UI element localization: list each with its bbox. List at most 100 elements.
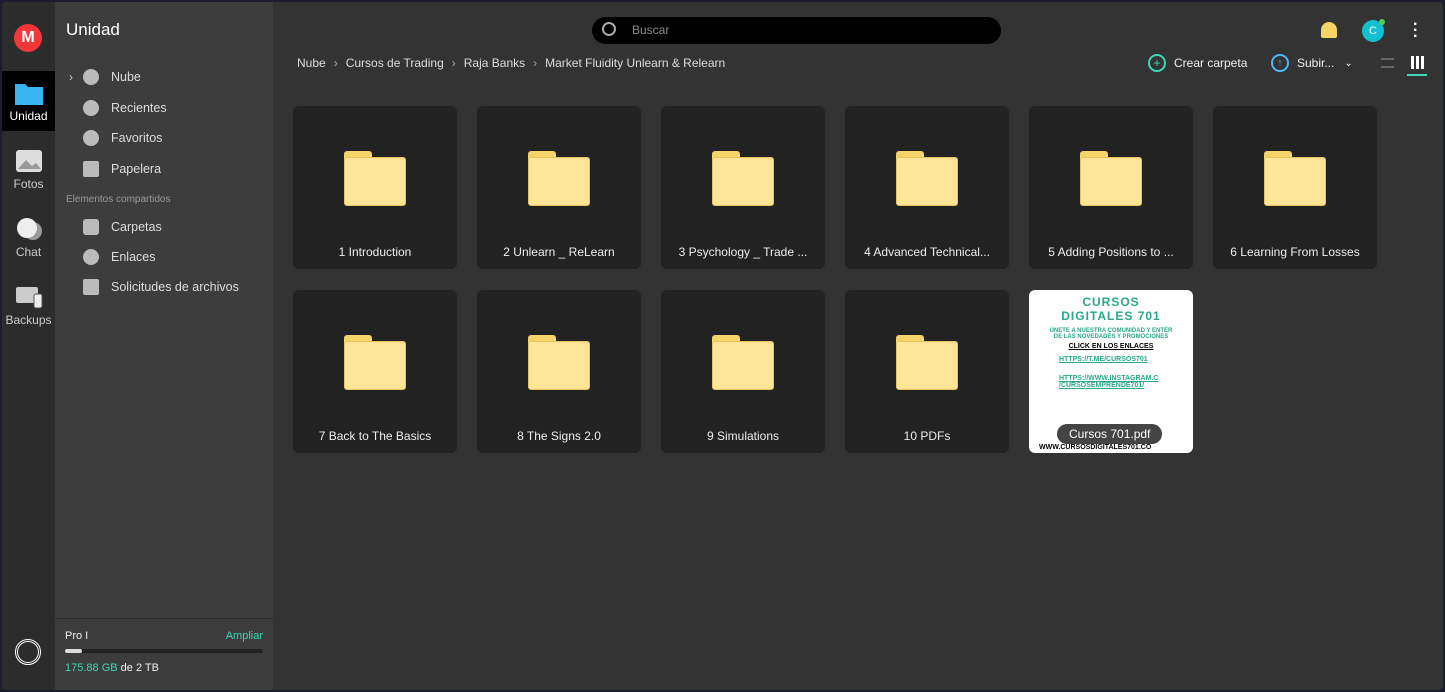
breadcrumb-item[interactable]: Nube [297,56,326,70]
folder-icon [712,335,774,390]
pdf-preview-text: HTTPS://WWW.INSTAGRAM.C [1059,375,1159,382]
plus-icon: + [1148,54,1166,72]
sidebar-item-nube[interactable]: Nube [83,66,141,88]
folder-tile[interactable]: 6 Learning From Losses [1213,106,1377,269]
folder-name: 3 Psychology _ Trade ... [678,245,808,259]
folder-icon [712,151,774,206]
breadcrumb: Nube › Cursos de Trading › Raja Banks › Mar… [297,56,726,70]
expand-chevron-icon[interactable]: › [69,70,73,84]
folder-name: 9 Simulations [706,429,780,443]
bell-icon[interactable] [1321,22,1337,38]
online-status-icon [1379,19,1385,25]
shared-folder-icon [83,219,99,235]
upgrade-link[interactable]: Ampliar [226,630,263,642]
label: Solicitudes de archivos [111,280,239,294]
pdf-preview-text: CURSOS [1082,295,1140,309]
folder-tile[interactable]: 10 PDFs [845,290,1009,453]
folder-tile[interactable]: 7 Back to The Basics [293,290,457,453]
clock-icon [83,100,99,116]
breadcrumb-item[interactable]: Raja Banks [464,56,525,70]
search-icon [602,22,616,36]
app-window: M Unidad Fotos Chat Backups Unidad › Nub… [2,2,1443,690]
chevron-down-icon[interactable]: ⌄ [1344,58,1352,69]
folder-name: 4 Advanced Technical... [864,245,990,259]
file-name: Cursos 701.pdf [1057,424,1163,444]
sidebar-item-recientes[interactable]: Recientes [83,97,167,119]
label: Nube [111,70,141,84]
trash-icon [83,161,99,177]
folder-name: 5 Adding Positions to ... [1048,245,1174,259]
sidebar-item-enlaces[interactable]: Enlaces [83,246,155,268]
folder-name: 8 The Signs 2.0 [517,429,601,443]
folder-tile[interactable]: 3 Psychology _ Trade ... [661,106,825,269]
pdf-preview-text: DE LAS NOVEDADES Y PROMOCIONES [1053,334,1169,340]
label: Favoritos [111,131,163,145]
folder-name: 1 Introduction [338,245,412,259]
label: Papelera [111,162,162,176]
label: Recientes [111,101,167,115]
folder-tile[interactable]: 8 The Signs 2.0 [477,290,641,453]
storage-bar [65,649,263,653]
breadcrumb-item[interactable]: Cursos de Trading [346,56,444,70]
rail-fotos[interactable]: Fotos [2,139,55,199]
devices-icon [15,287,42,309]
chat-icon [16,218,42,240]
rail-unidad[interactable]: Unidad [2,71,55,131]
grid-view-icon[interactable] [1411,56,1424,69]
sidebar-item-favoritos[interactable]: Favoritos [83,127,162,149]
more-menu-icon[interactable]: · · · [1413,17,1418,45]
search-input[interactable]: Buscar [592,17,1001,44]
rail-label: Fotos [13,177,44,191]
label: Crear carpeta [1174,56,1248,70]
folder-name: 10 PDFs [903,429,951,443]
rail-backups[interactable]: Backups [2,275,55,335]
create-folder-button[interactable]: + Crear carpeta [1148,54,1247,72]
folder-icon [1080,151,1142,206]
cloud-icon [83,69,99,85]
storage-used: 175.88 GB [65,662,118,674]
app-rail: M Unidad Fotos Chat Backups [2,2,55,690]
sidebar-item-carpetas[interactable]: Carpetas [83,216,162,238]
folder-icon [344,335,406,390]
folder-name: 6 Learning From Losses [1230,245,1360,259]
pdf-preview-text: /CURSOSEMPRENDE701/ [1059,382,1145,389]
photo-icon [15,150,42,172]
sidebar-item-papelera[interactable]: Papelera [83,158,161,180]
heart-icon [83,130,99,146]
file-request-icon [83,279,99,295]
folder-tile[interactable]: 9 Simulations [661,290,825,453]
folder-tile[interactable]: 5 Adding Positions to ... [1029,106,1193,269]
list-view-icon[interactable] [1381,58,1394,68]
storage-total: de 2 TB [120,662,159,674]
label: Subir... [1297,56,1335,70]
storage-bar-fill [65,649,83,653]
folder-icon [344,151,406,206]
pdf-preview-text: HTTPS://T.ME/CURSOS701 [1059,356,1148,363]
folder-icon [1264,151,1326,206]
rail-chat[interactable]: Chat [2,207,55,267]
rail-label: Backups [5,313,52,327]
folder-tile[interactable]: 2 Unlearn _ ReLearn [477,106,641,269]
sidebar-item-solicitudes[interactable]: Solicitudes de archivos [83,276,239,298]
label: Enlaces [111,250,156,264]
folder-tile[interactable]: 1 Introduction [293,106,457,269]
folder-icon [14,84,43,105]
upload-arrow-icon: ↑ [1271,54,1289,72]
file-tile-pdf[interactable]: CURSOS DIGITALES 701 ÚNETE A NUESTRA COM… [1029,290,1193,453]
upload-button[interactable]: ↑ Subir... ⌄ [1271,54,1353,72]
plan-name: Pro I [65,630,89,642]
pdf-preview-text: CLICK EN LOS ENLACES [1068,343,1154,350]
folder-tile[interactable]: 4 Advanced Technical... [845,106,1009,269]
transfers-icon[interactable] [15,639,41,665]
folder-icon [896,151,958,206]
sidebar-title: Unidad [66,20,120,39]
rail-label: Chat [15,245,42,259]
label: Carpetas [111,220,162,234]
sidebar: Unidad › Nube Recientes Favoritos Papele… [55,2,273,690]
storage-panel: Pro I Ampliar 175.88 GB de 2 TB [55,618,273,690]
main-area: Buscar C · · · Nube › Cursos de Trading › Ra… [273,2,1443,690]
folder-icon [528,335,590,390]
pdf-preview-text: DIGITALES 701 [1061,309,1161,323]
mega-logo[interactable]: M [14,24,42,52]
breadcrumb-item[interactable]: Market Fluidity Unlearn & Relearn [545,56,725,70]
